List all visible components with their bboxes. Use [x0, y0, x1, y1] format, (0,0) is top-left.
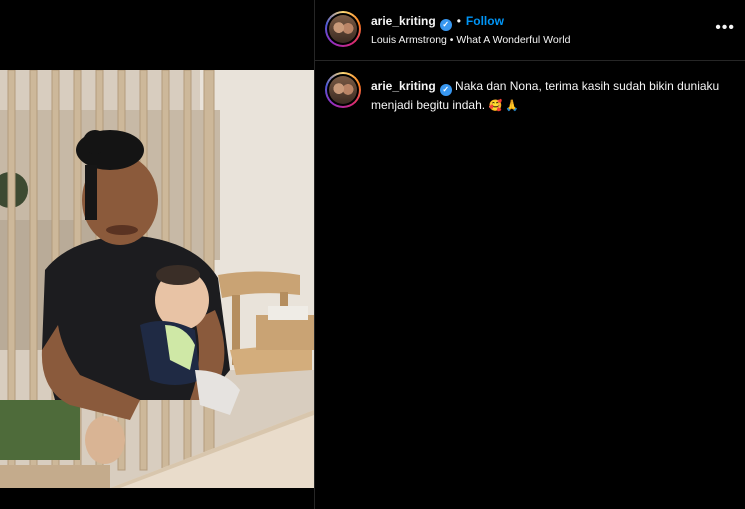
header-divider	[315, 60, 745, 61]
caption-username[interactable]: arie_kriting	[371, 79, 436, 93]
post-side-panel: arie_kriting ✓ • Follow Louis Armstrong • W…	[315, 0, 745, 509]
caption-verified-badge-icon: ✓	[439, 84, 452, 96]
caption-emojis: 🥰 🙏	[488, 100, 519, 112]
header-author-line: arie_kriting ✓ • Follow	[371, 14, 504, 31]
audio-title: What A Wonderful World	[456, 34, 571, 46]
more-options-icon[interactable]: •••	[715, 20, 735, 36]
author-avatar[interactable]	[325, 11, 361, 47]
post-header: arie_kriting ✓ • Follow Louis Armstrong • W…	[315, 0, 745, 60]
audio-separator: •	[449, 34, 454, 46]
photo-illustration	[0, 70, 314, 488]
author-username[interactable]: arie_kriting	[371, 14, 436, 28]
post-media-panel	[0, 0, 314, 509]
post-photo[interactable]	[0, 70, 314, 488]
caption-avatar[interactable]	[325, 72, 361, 108]
audio-artist: Louis Armstrong	[371, 34, 447, 46]
verified-badge-icon: ✓	[439, 19, 452, 31]
post-caption: arie_kriting ✓ Naka dan Nona, terima kasi…	[371, 77, 731, 115]
audio-track-link[interactable]: Louis Armstrong • What A Wonderful World	[371, 34, 570, 46]
follow-button[interactable]: Follow	[466, 14, 504, 28]
header-separator: •	[456, 14, 461, 28]
